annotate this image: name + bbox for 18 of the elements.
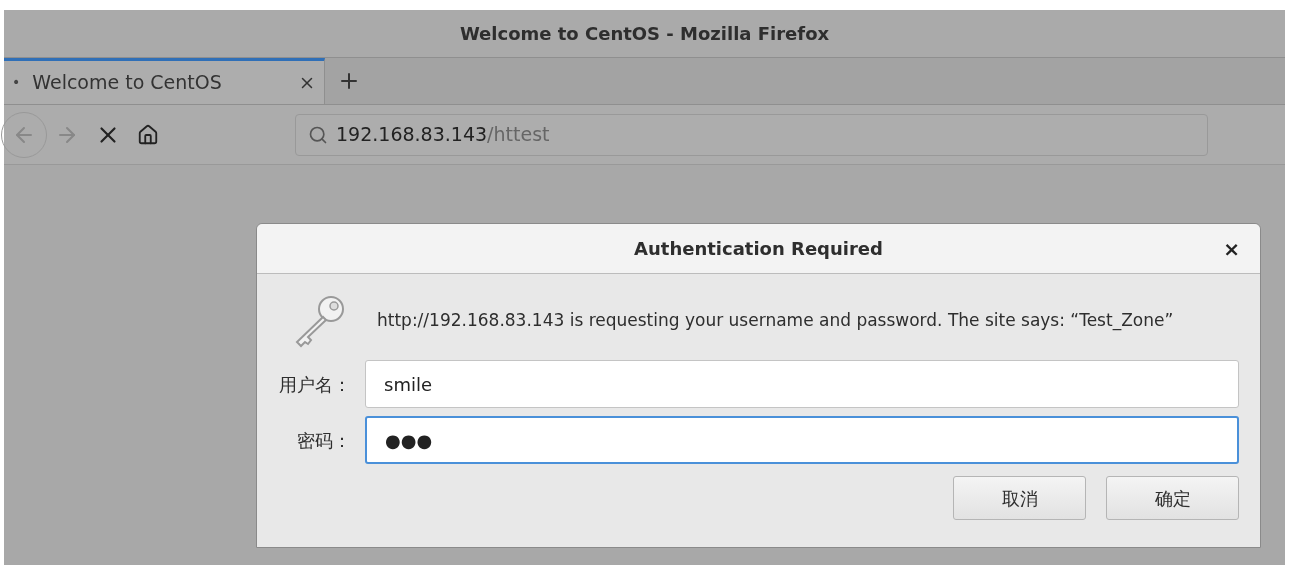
input-field[interactable]: ●●● (365, 416, 1239, 464)
close-button[interactable]: × (1223, 233, 1240, 264)
field-label: 密码： (296, 428, 352, 453)
search-icon (308, 124, 328, 145)
dialog-button[interactable]: 取消 (953, 476, 1086, 520)
input-field[interactable]: smile (365, 360, 1239, 408)
tab-title: Welcome to CentOS (32, 70, 223, 96)
address-bar[interactable]: 192.168.83.143/httest (295, 113, 1208, 156)
tab-indicator: • (12, 73, 21, 92)
url-path: /httest (487, 122, 550, 148)
field-label: 用户名： (278, 372, 352, 397)
browser-tab[interactable]: • Welcome to CentOS (4, 58, 325, 104)
dialog-button[interactable]: 确定 (1106, 476, 1239, 520)
auth-message: http://192.168.83.143 is requesting your username and password. The site says: “Test_Zone” (377, 309, 1174, 333)
window-title: Welcome to CentOS - Mozilla Firefox (459, 22, 830, 46)
url-host: 192.168.83.143 (336, 122, 488, 148)
home-icon[interactable] (137, 123, 159, 146)
dialog-title: Authentication Required (634, 237, 883, 261)
